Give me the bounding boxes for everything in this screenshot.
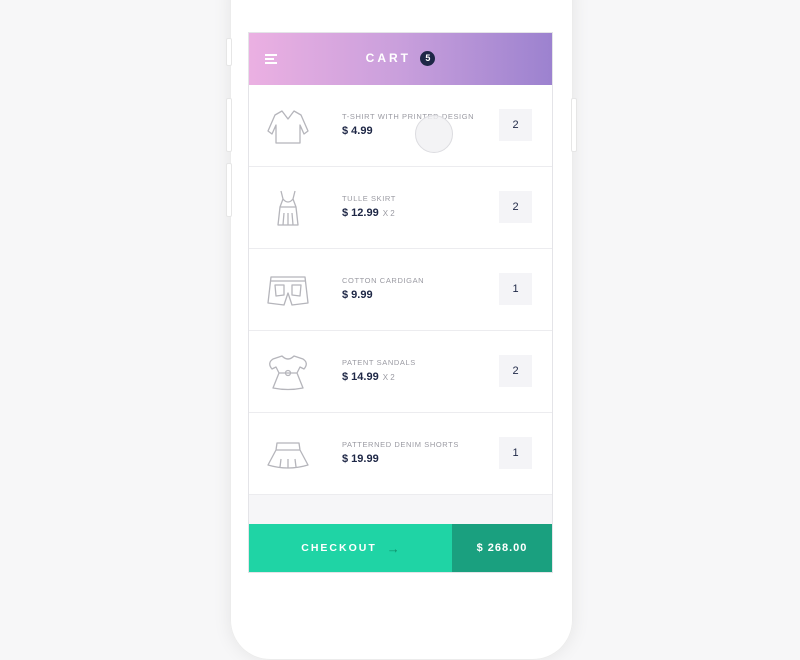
volume-down-button bbox=[226, 163, 232, 217]
cart-count-badge: 5 bbox=[420, 51, 436, 66]
item-name: TULLE SKIRT bbox=[342, 194, 396, 203]
quantity-box[interactable]: 1 bbox=[499, 437, 532, 469]
cart-item-list: T-SHIRT WITH PRINTED DESIGN $ 4.99 2 TUL… bbox=[249, 85, 552, 495]
item-price: $ 19.99 bbox=[342, 453, 383, 465]
price-value: $ 4.99 bbox=[342, 125, 373, 137]
cart-header: CART 5 bbox=[249, 33, 552, 85]
item-price: $ 12.99 X 2 bbox=[342, 207, 395, 219]
page-title: CART 5 bbox=[249, 51, 552, 66]
item-name: PATTERNED DENIM SHORTS bbox=[342, 440, 459, 449]
price-value: $ 19.99 bbox=[342, 453, 379, 465]
quantity-box[interactable]: 2 bbox=[499, 109, 532, 141]
cart-item[interactable]: PATTERNED DENIM SHORTS $ 19.99 1 bbox=[249, 413, 552, 495]
arrow-right-icon: → bbox=[386, 540, 400, 556]
cart-item[interactable]: T-SHIRT WITH PRINTED DESIGN $ 4.99 2 bbox=[249, 85, 552, 167]
item-price: $ 14.99 X 2 bbox=[342, 371, 395, 383]
checkout-label: CHECKOUT bbox=[301, 542, 377, 554]
total-amount: $ 268.00 bbox=[452, 524, 552, 572]
price-value: $ 14.99 bbox=[342, 371, 379, 383]
item-name: T-SHIRT WITH PRINTED DESIGN bbox=[342, 112, 475, 121]
quantity-box[interactable]: 2 bbox=[499, 191, 532, 223]
item-multiplier: X 2 bbox=[382, 373, 395, 382]
item-price: $ 4.99 bbox=[342, 125, 377, 137]
checkout-button[interactable]: CHECKOUT → bbox=[249, 524, 452, 572]
item-name: PATENT SANDALS bbox=[342, 358, 416, 367]
shorts-icon bbox=[267, 276, 309, 306]
cart-item[interactable]: TULLE SKIRT $ 12.99 X 2 2 bbox=[249, 167, 552, 249]
price-value: $ 12.99 bbox=[342, 207, 379, 219]
quantity-box[interactable]: 1 bbox=[499, 273, 532, 305]
quantity-box[interactable]: 2 bbox=[499, 355, 532, 387]
price-value: $ 9.99 bbox=[342, 289, 373, 301]
item-name: COTTON CARDIGAN bbox=[342, 276, 425, 285]
skirt-icon bbox=[267, 442, 309, 469]
baby-dress-icon bbox=[269, 355, 307, 391]
checkout-bar: CHECKOUT → $ 268.00 bbox=[249, 524, 552, 572]
touch-indicator bbox=[415, 115, 453, 153]
power-button bbox=[571, 98, 577, 152]
cart-title: CART bbox=[365, 51, 411, 65]
cart-item[interactable]: PATENT SANDALS $ 14.99 X 2 2 bbox=[249, 331, 552, 413]
item-multiplier: X 2 bbox=[382, 209, 395, 218]
volume-up-button bbox=[226, 98, 232, 152]
cart-item[interactable]: COTTON CARDIGAN $ 9.99 1 bbox=[249, 249, 552, 331]
mute-switch bbox=[226, 38, 232, 66]
item-price: $ 9.99 bbox=[342, 289, 377, 301]
tank-dress-icon bbox=[277, 190, 299, 226]
long-sleeve-shirt-icon bbox=[267, 110, 309, 144]
cart-screen: CART 5 T-SHIRT WITH PRINTED DESIGN $ 4.9… bbox=[248, 32, 553, 573]
